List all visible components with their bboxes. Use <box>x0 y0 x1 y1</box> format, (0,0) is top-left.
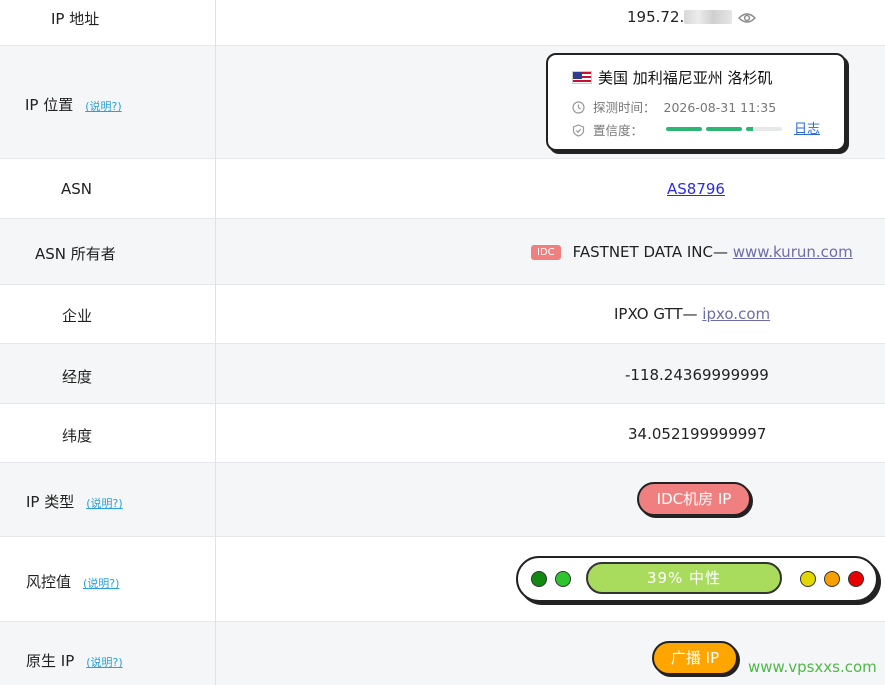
label-ip-address: IP 地址 <box>51 10 100 28</box>
risk-dot-red <box>848 571 864 587</box>
probe-time-label: 探测时间： <box>593 100 656 115</box>
risk-meter: 39% 中性 <box>516 556 878 602</box>
label-native-ip: 原生 IP (说明?) <box>26 650 123 671</box>
label-asn-owner: ASN 所有者 <box>35 245 116 263</box>
location-place: 美国 加利福尼亚州 洛杉矶 <box>572 67 773 88</box>
label-ip-location: IP 位置 (说明?) <box>25 94 122 115</box>
ip-location-card: 美国 加利福尼亚州 洛杉矶 探测时间： 2026-08-31 11:35 置信度：… <box>546 53 846 151</box>
label-native-ip-text: 原生 IP <box>26 652 75 670</box>
probe-time-value: 2026-08-31 11:35 <box>663 100 777 115</box>
idc-badge: IDC <box>531 245 561 260</box>
label-asn: ASN <box>61 180 93 198</box>
latitude-value: 34.052199999997 <box>628 425 767 443</box>
label-latitude: 纬度 <box>62 427 93 445</box>
company-name: IPXO GTT— <box>614 305 703 323</box>
ip-address-value: 195.72. <box>627 8 757 28</box>
ip-address-prefix: 195.72. <box>627 8 685 26</box>
risk-dot-green <box>555 571 571 587</box>
eye-icon[interactable] <box>738 10 757 28</box>
label-ip-type-text: IP 类型 <box>26 493 75 511</box>
confidence-bar-segment <box>666 127 702 131</box>
row-ip-type <box>0 463 885 537</box>
watermark: www.vpsxxs.com <box>748 658 877 676</box>
asn-link[interactable]: AS8796 <box>667 180 725 198</box>
risk-dot-dark-green <box>531 571 547 587</box>
us-flag-icon <box>572 71 592 84</box>
label-risk: 风控值 (说明?) <box>26 571 119 592</box>
label-longitude: 经度 <box>62 368 93 386</box>
label-company: 企业 <box>62 307 93 325</box>
asn-value: AS8796 <box>667 180 725 198</box>
column-divider <box>215 0 216 685</box>
native-ip-badge: 广播 IP <box>652 641 738 675</box>
help-link-risk[interactable]: (说明?) <box>83 577 119 590</box>
label-risk-text: 风控值 <box>26 573 72 591</box>
log-link[interactable]: 日志 <box>794 118 820 137</box>
confidence-label: 置信度： <box>593 123 644 138</box>
label-ip-location-text: IP 位置 <box>25 96 74 114</box>
shield-check-icon <box>572 123 593 138</box>
clock-icon <box>572 100 593 115</box>
confidence-line: 置信度： <box>572 120 643 139</box>
ip-type-badge: IDC机房 IP <box>637 482 751 516</box>
asn-owner-link[interactable]: www.kurun.com <box>733 243 853 261</box>
asn-owner-name: FASTNET DATA INC— <box>572 243 733 261</box>
risk-value-badge: 39% 中性 <box>586 562 782 594</box>
location-place-text: 美国 加利福尼亚州 洛杉矶 <box>598 69 773 87</box>
help-link-ip-location[interactable]: (说明?) <box>85 100 121 113</box>
risk-dot-orange <box>824 571 840 587</box>
row-asn <box>0 159 885 219</box>
asn-owner-value: IDC FASTNET DATA INC— www.kurun.com <box>531 243 853 261</box>
label-ip-type: IP 类型 (说明?) <box>26 491 123 512</box>
ip-masked-blur <box>684 10 733 24</box>
longitude-value: -118.24369999999 <box>625 366 769 384</box>
company-link[interactable]: ipxo.com <box>702 305 770 323</box>
risk-dot-yellow <box>800 571 816 587</box>
company-value: IPXO GTT— ipxo.com <box>614 305 770 323</box>
probe-time-line: 探测时间： 2026-08-31 11:35 <box>572 97 776 116</box>
confidence-bar-segment <box>746 127 782 131</box>
help-link-native-ip[interactable]: (说明?) <box>86 656 122 669</box>
confidence-bar-segment <box>706 127 742 131</box>
help-link-ip-type[interactable]: (说明?) <box>86 497 122 510</box>
